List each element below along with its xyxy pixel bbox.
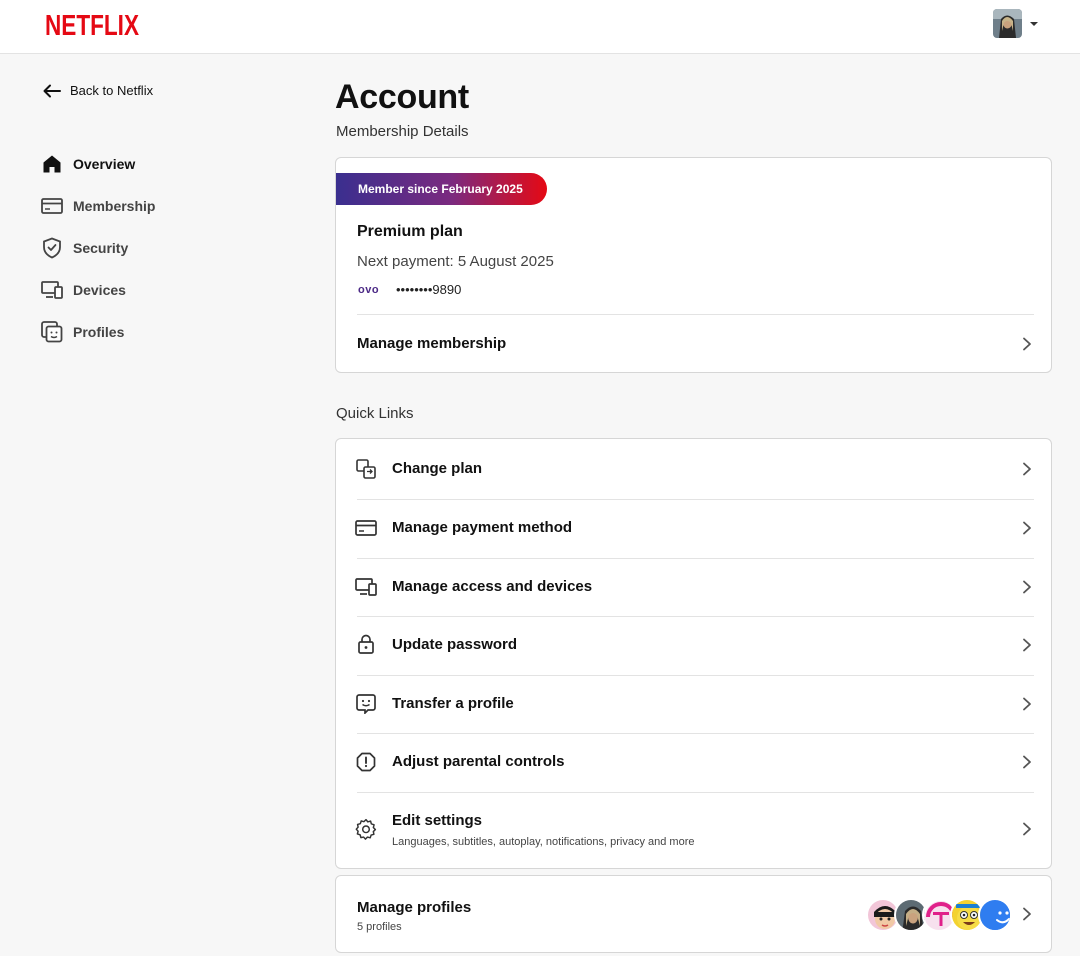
chevron-down-icon[interactable] (1030, 21, 1038, 26)
quick-link-parental-controls[interactable]: Adjust parental controls (336, 733, 1051, 792)
quick-link-update-password[interactable]: Update password (336, 616, 1051, 675)
netflix-logo[interactable]: NETFLIX (45, 10, 141, 45)
devices-icon (355, 576, 377, 598)
chevron-right-icon (1023, 337, 1031, 351)
sidebar-item-label: Membership (73, 198, 156, 214)
next-payment: Next payment: 5 August 2025 (357, 253, 554, 270)
quick-link-description: Languages, subtitles, autoplay, notifica… (392, 836, 695, 848)
top-bar: NETFLIX (0, 0, 1080, 54)
quick-link-label: Transfer a profile (392, 695, 514, 712)
profile-avatar-5 (978, 898, 1012, 932)
quick-link-label: Manage access and devices (392, 578, 593, 595)
page-title: Account (335, 78, 469, 116)
chevron-right-icon (1023, 755, 1031, 769)
devices-icon (41, 279, 63, 301)
gear-icon (355, 818, 377, 840)
change-plan-icon (355, 458, 377, 480)
manage-profiles-card[interactable]: Manage profiles 5 profiles (335, 875, 1052, 953)
quick-link-label: Edit settings (392, 812, 483, 829)
manage-profiles-title: Manage profiles (357, 899, 472, 916)
member-since-badge: Member since February 2025 (336, 173, 547, 205)
back-to-netflix-link[interactable]: Back to Netflix (43, 83, 153, 98)
sidebar-item-overview[interactable]: Overview (41, 143, 155, 185)
chevron-right-icon (1023, 822, 1031, 836)
ovo-logo: ovo (358, 283, 380, 296)
sidebar-item-label: Devices (73, 282, 126, 298)
page-subtitle: Membership Details (336, 123, 469, 140)
profiles-count: 5 profiles (357, 921, 402, 933)
quick-link-label: Manage payment method (392, 519, 573, 536)
quick-links-card: Change plan Manage payment method Manage… (335, 438, 1052, 869)
sidebar-item-label: Overview (73, 156, 136, 172)
profiles-icon (41, 321, 63, 343)
quick-link-transfer-profile[interactable]: Transfer a profile (336, 675, 1051, 733)
quick-link-label: Change plan (392, 460, 483, 477)
arrow-left-icon (43, 84, 61, 97)
svg-text:NETFLIX: NETFLIX (45, 10, 139, 40)
manage-membership-label: Manage membership (357, 335, 507, 352)
quick-link-label: Adjust parental controls (392, 753, 565, 770)
quick-link-edit-settings[interactable]: Edit settings Languages, subtitles, auto… (336, 792, 1051, 869)
sidebar-item-label: Profiles (73, 324, 125, 340)
quick-link-manage-payment[interactable]: Manage payment method (336, 499, 1051, 558)
quick-link-label: Update password (392, 636, 518, 653)
profile-menu[interactable] (993, 9, 1038, 38)
chevron-right-icon (1023, 638, 1031, 652)
chevron-right-icon (1023, 462, 1031, 476)
sidebar-item-membership[interactable]: Membership (41, 185, 155, 227)
sidebar-item-devices[interactable]: Devices (41, 269, 155, 311)
membership-card: Member since February 2025 Premium plan … (335, 157, 1052, 373)
quick-link-change-plan[interactable]: Change plan (336, 439, 1051, 499)
transfer-profile-icon (355, 693, 377, 715)
masked-card-number: ••••••••9890 (396, 282, 462, 297)
plan-name: Premium plan (357, 223, 463, 240)
shield-icon (41, 237, 63, 259)
sidebar-item-profiles[interactable]: Profiles (41, 311, 155, 353)
chevron-right-icon (1023, 521, 1031, 535)
lock-icon (355, 633, 377, 655)
back-link-label: Back to Netflix (70, 83, 154, 98)
payment-method-row: ovo ••••••••9890 (358, 282, 461, 297)
alert-octagon-icon (355, 751, 377, 773)
home-icon (41, 153, 63, 175)
chevron-right-icon (1023, 697, 1031, 711)
quick-links-heading: Quick Links (336, 405, 414, 422)
chevron-right-icon (1023, 580, 1031, 594)
profile-avatar-icon[interactable] (993, 9, 1022, 38)
manage-membership-link[interactable]: Manage membership (336, 315, 1051, 373)
sidebar-item-label: Security (73, 240, 129, 256)
credit-card-icon (355, 517, 377, 539)
card-icon (41, 195, 63, 217)
chevron-right-icon (1023, 907, 1031, 921)
sidebar-nav: Overview Membership Security Devices Pro… (41, 143, 155, 353)
sidebar-item-security[interactable]: Security (41, 227, 155, 269)
profile-avatar-stack (866, 898, 1016, 932)
quick-link-manage-access[interactable]: Manage access and devices (336, 558, 1051, 616)
